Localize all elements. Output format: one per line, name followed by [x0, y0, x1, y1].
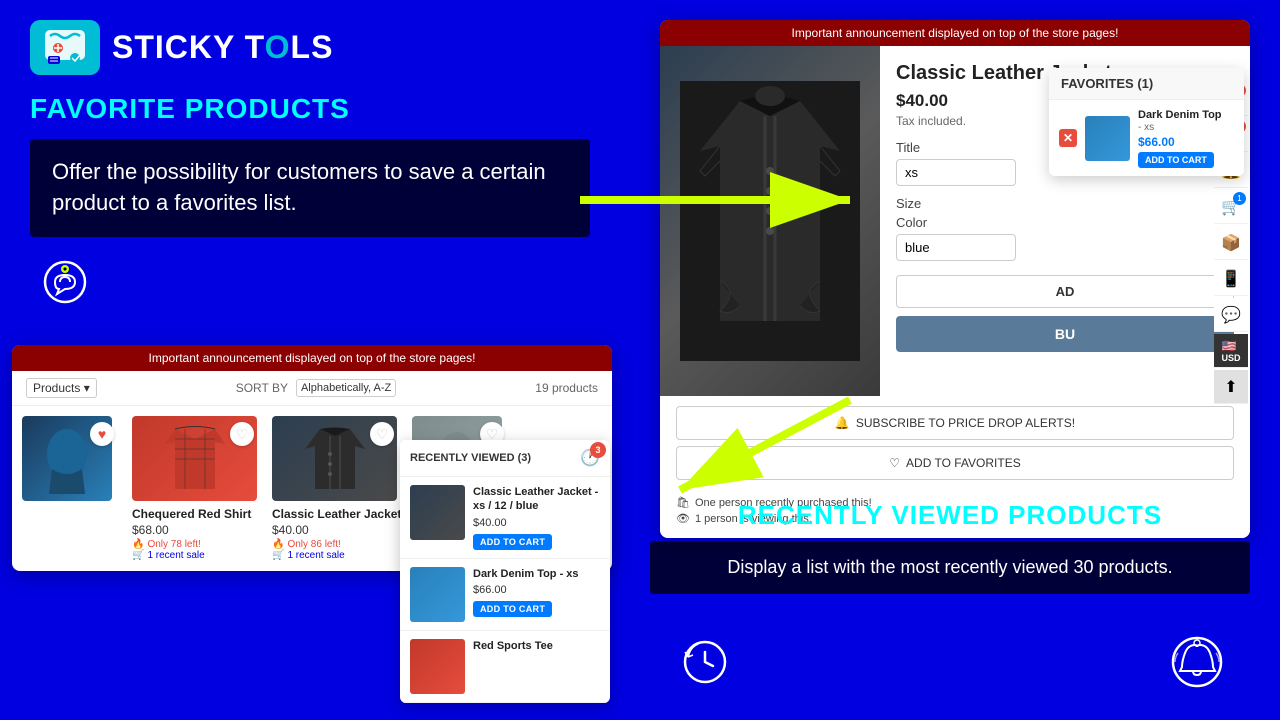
product-sale-2: 🛒 1 recent sale	[272, 550, 402, 561]
fav-item-0: ✕ Dark Denim Top - xs $66.00 ADD TO CART	[1049, 100, 1244, 176]
product-name-1: Chequered Red Shirt	[132, 507, 262, 521]
bell-outline-icon: 🔔	[835, 416, 850, 430]
detail-img-inner	[660, 46, 880, 396]
recently-viewed-popup: RECENTLY VIEWED (3) 🕐 3 Classic Leather …	[400, 440, 610, 703]
description-text: Offer the possibility for customers to s…	[52, 157, 568, 219]
rv-item-name-2: Red Sports Tee	[473, 639, 600, 653]
fav-remove-btn-0[interactable]: ✕	[1059, 129, 1077, 147]
description-box: Offer the possibility for customers to s…	[30, 139, 590, 237]
rv-item-img-1	[410, 567, 465, 622]
rv-item-price-0: $40.00	[473, 517, 600, 529]
toolbar-left: Products ▾	[26, 381, 97, 395]
fav-item-name-0: Dark Denim Top	[1138, 108, 1234, 122]
rv-item-1: Dark Denim Top - xs $66.00 ADD TO CART	[400, 559, 610, 631]
detail-add-to-cart-btn[interactable]: AD	[896, 275, 1234, 308]
rv-item-2: Red Sports Tee	[400, 631, 610, 703]
detail-title-select[interactable]: xs	[896, 159, 1016, 186]
side-messenger-btn[interactable]: 💬	[1214, 298, 1248, 332]
products-dropdown[interactable]: Products ▾	[26, 378, 97, 398]
fav-item-info-0: Dark Denim Top - xs $66.00 ADD TO CART	[1138, 108, 1234, 168]
animated-bell-icon	[1170, 635, 1225, 690]
favorites-popup: FAVORITES (1) ✕ Dark Denim Top - xs $66.…	[1049, 68, 1244, 176]
rv-item-img-0	[410, 485, 465, 540]
product-card-0: ♥	[22, 416, 122, 561]
rv-item-img-2	[410, 639, 465, 694]
rv-item-info-1: Dark Denim Top - xs $66.00 ADD TO CART	[473, 567, 600, 622]
detail-bottom-buttons: 🔔 SUBSCRIBE TO PRICE DROP ALERTS! ♡ ADD …	[660, 396, 1250, 490]
detail-announcement: Important announcement displayed on top …	[660, 20, 1250, 46]
side-box-btn[interactable]: 📦	[1214, 226, 1248, 260]
history-icon-bottom	[680, 637, 730, 692]
rv-item-name-0: Classic Leather Jacket - xs / 12 / blue	[473, 485, 600, 514]
recently-viewed-title: RECENTLY VIEWED PRODUCTS	[650, 500, 1250, 531]
sort-select[interactable]: Alphabetically, A-Z	[296, 379, 396, 397]
product-name-2: Classic Leather Jacket	[272, 507, 402, 521]
rv-description-text: Display a list with the most recently vi…	[672, 557, 1228, 578]
product-card-2: ♡ Classic Leather Jacket $40.00 🔥 Only 8…	[272, 416, 402, 561]
logo-o: O	[265, 29, 291, 65]
product-sale-1: 🛒 1 recent sale	[132, 550, 262, 561]
rv-badge: 3	[590, 442, 606, 458]
rv-item-info-0: Classic Leather Jacket - xs / 12 / blue …	[473, 485, 600, 550]
product-stock-2: 🔥 Only 86 left!	[272, 539, 402, 550]
detail-color-label: Color	[896, 215, 1234, 230]
fav-item-variant-0: - xs	[1138, 122, 1234, 133]
detail-color-value[interactable]: blue	[896, 234, 1016, 261]
logo-text-part2: LS	[291, 29, 334, 65]
rv-item-0: Classic Leather Jacket - xs / 12 / blue …	[400, 477, 610, 559]
product-card-1: ♡ Chequered Red Shirt $68.00 🔥 Only 78 l…	[132, 416, 262, 561]
product-price-1: $68.00	[132, 523, 262, 537]
side-usd-label: USD	[1221, 353, 1240, 363]
bell-icon-bottom	[1170, 635, 1225, 695]
side-flag-btn[interactable]: 🇺🇸 USD	[1214, 334, 1248, 368]
heart-outline-icon: ♡	[889, 456, 900, 470]
logo-text-part1: STICKY T	[112, 29, 265, 65]
history-icon	[680, 637, 730, 687]
product-price-2: $40.00	[272, 523, 402, 537]
fav-item-img-0	[1085, 116, 1130, 161]
detail-size-label: Size	[896, 196, 1234, 211]
store-announcement: Important announcement displayed on top …	[12, 345, 612, 371]
fav-item-price-0: $66.00	[1138, 135, 1234, 149]
fav-add-to-cart-btn-0[interactable]: ADD TO CART	[1138, 152, 1214, 168]
side-cart-btn[interactable]: 🛒 1	[1214, 190, 1248, 224]
heart-btn-2[interactable]: ♡	[370, 422, 394, 446]
heart-btn-1[interactable]: ♡	[230, 422, 254, 446]
rv-add-to-cart-0[interactable]: ADD TO CART	[473, 534, 552, 550]
detail-buy-btn[interactable]: BU	[896, 316, 1234, 352]
side-up-btn[interactable]: ⬆	[1214, 370, 1248, 404]
product-stock-1: 🔥 Only 78 left!	[132, 539, 262, 550]
side-cart-badge: 1	[1233, 192, 1246, 205]
rv-item-name-1: Dark Denim Top - xs	[473, 567, 600, 581]
rv-description-box: Display a list with the most recently vi…	[650, 541, 1250, 594]
rv-item-info-2: Red Sports Tee	[473, 639, 600, 694]
add-to-favorites-btn[interactable]: ♡ ADD TO FAVORITES	[676, 446, 1234, 480]
logo-text: STICKY TOLS	[112, 29, 333, 66]
store-toolbar: Products ▾ SORT BY Alphabetically, A-Z 1…	[12, 371, 612, 406]
subscribe-btn[interactable]: 🔔 SUBSCRIBE TO PRICE DROP ALERTS!	[676, 406, 1234, 440]
detail-product-img	[660, 46, 880, 396]
fav-header: FAVORITES (1)	[1049, 68, 1244, 100]
logo-icon	[30, 20, 100, 75]
rv-header-text: RECENTLY VIEWED (3)	[410, 452, 531, 464]
sort-label: SORT BY	[236, 381, 288, 395]
rv-header-icon-wrapper: 🕐 3	[580, 448, 600, 468]
heart-btn-0[interactable]: ♥	[90, 422, 114, 446]
side-phone-btn[interactable]: 📱	[1214, 262, 1248, 296]
chat-icon	[40, 257, 90, 307]
favorite-products-title: FAVORITE PRODUCTS	[30, 93, 590, 125]
logo-area: STICKY TOLS	[30, 20, 590, 75]
rv-add-to-cart-1[interactable]: ADD TO CART	[473, 601, 552, 617]
chat-icon-area	[40, 257, 590, 312]
rv-item-price-1: $66.00	[473, 584, 600, 596]
leather-jacket-illustration	[680, 81, 860, 361]
toolbar-sort: SORT BY Alphabetically, A-Z	[236, 379, 397, 397]
rv-header: RECENTLY VIEWED (3) 🕐 3	[400, 440, 610, 477]
products-count: 19 products	[535, 381, 598, 395]
